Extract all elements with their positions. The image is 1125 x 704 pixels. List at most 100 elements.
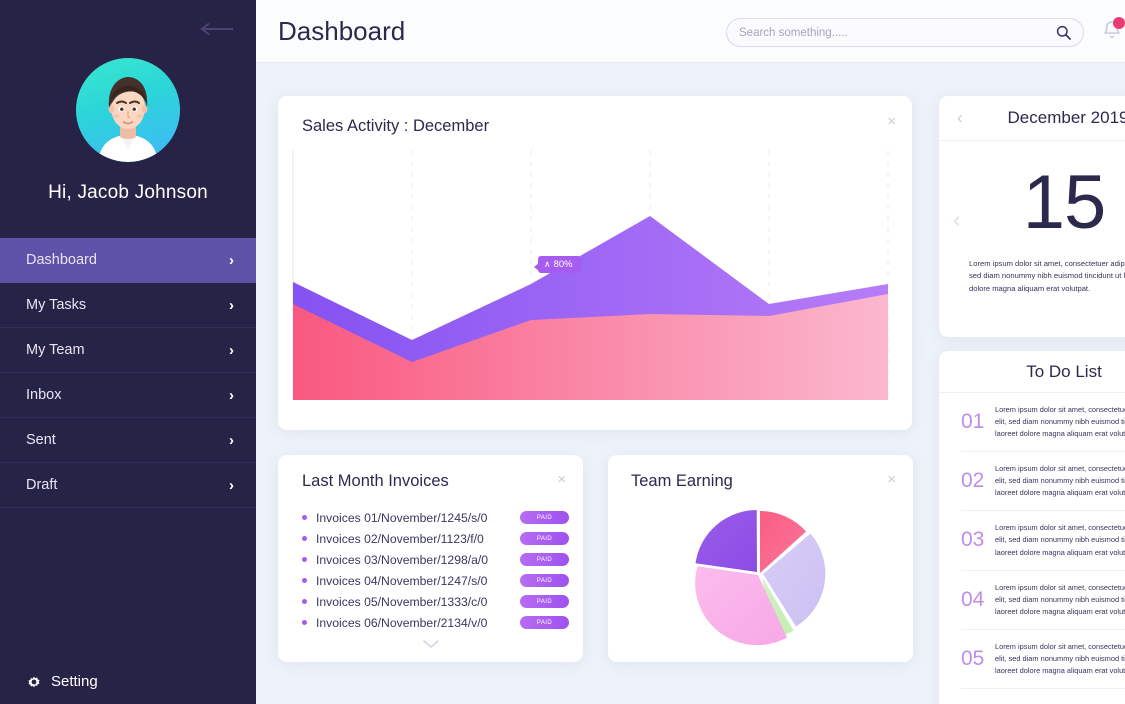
list-item[interactable]: Invoices 04/November/1247/s/0 PAID (302, 570, 569, 591)
todo-number: 03 (961, 528, 995, 552)
team-earning-title: Team Earning (631, 472, 733, 491)
chevron-down-icon[interactable] (278, 636, 583, 652)
sales-tooltip-value: 80% (554, 259, 573, 270)
invoices-title: Last Month Invoices (302, 472, 449, 491)
avatar[interactable] (76, 58, 180, 162)
collapse-sidebar-arrow-icon[interactable] (200, 22, 234, 36)
bullet-icon (302, 599, 307, 604)
setting-label: Setting (51, 673, 98, 690)
sales-activity-title: Sales Activity : December (302, 117, 489, 136)
bullet-icon (302, 536, 307, 541)
bullet-icon (302, 557, 307, 562)
search-input[interactable] (739, 27, 1056, 39)
invoice-label: Invoices 03/November/1298/a/0 (316, 553, 520, 567)
todo-list-title: To Do List (939, 351, 1125, 393)
calendar-header: ‹ December 2019 (939, 96, 1125, 141)
list-item[interactable]: 04 Lorem ipsum dolor sit amet, consectet… (961, 571, 1125, 630)
todo-text: Lorem ipsum dolor sit amet, consectetuer… (995, 641, 1125, 677)
status-badge[interactable]: PAID (520, 616, 569, 629)
list-item[interactable]: 01 Lorem ipsum dolor sit amet, consectet… (961, 393, 1125, 452)
list-item[interactable]: Invoices 06/November/2134/v/0 PAID (302, 612, 569, 633)
status-badge[interactable]: PAID (520, 574, 569, 587)
sidebar-item-label: Sent (26, 432, 229, 448)
notification-badge-dot (1113, 17, 1125, 29)
status-badge[interactable]: PAID (520, 553, 569, 566)
search-box[interactable] (726, 18, 1084, 47)
list-item[interactable]: Invoices 01/November/1245/s/0 PAID (302, 507, 569, 528)
sidebar: Hi, Jacob Johnson Dashboard › My Tasks ›… (0, 0, 256, 704)
calendar-month-label: December 2019 (939, 108, 1125, 128)
close-icon[interactable]: × (887, 472, 896, 487)
main-area: Dashboard Sa (256, 0, 1125, 704)
todo-number: 04 (961, 588, 995, 612)
notification-bell[interactable] (1099, 18, 1125, 46)
sidebar-item-label: My Team (26, 342, 229, 358)
invoice-label: Invoices 01/November/1245/s/0 (316, 511, 520, 525)
calendar-description: Lorem ipsum dolor sit amet, consectetuer… (969, 258, 1125, 295)
gear-icon (26, 674, 42, 690)
calendar-selected-day: 15 (939, 141, 1125, 246)
invoice-label: Invoices 05/November/1333/c/0 (316, 595, 520, 609)
team-earning-card: Team Earning × (608, 455, 913, 662)
invoice-label: Invoices 02/November/1123/f/0 (316, 532, 520, 546)
chevron-right-icon: › (229, 298, 234, 313)
sales-activity-card: Sales Activity : December × (278, 96, 912, 430)
list-item[interactable]: 03 Lorem ipsum dolor sit amet, consectet… (961, 511, 1125, 570)
sidebar-item-inbox[interactable]: Inbox › (0, 373, 256, 418)
list-item[interactable]: 05 Lorem ipsum dolor sit amet, consectet… (961, 630, 1125, 689)
greeting-text: Hi, Jacob Johnson (0, 182, 256, 204)
search-icon[interactable] (1056, 25, 1071, 40)
todo-list-card: To Do List 01 Lorem ipsum dolor sit amet… (939, 351, 1125, 704)
bullet-icon (302, 620, 307, 625)
sidebar-item-label: Dashboard (26, 252, 229, 268)
calendar-body: ‹ 15 Lorem ipsum dolor sit amet, consect… (939, 141, 1125, 337)
chevron-right-icon: › (229, 343, 234, 358)
list-item[interactable]: 02 Lorem ipsum dolor sit amet, consectet… (961, 452, 1125, 511)
sidebar-item-label: Draft (26, 477, 229, 493)
todo-number: 02 (961, 469, 995, 493)
close-icon[interactable]: × (557, 472, 566, 487)
caret-up-icon: ∧ (544, 260, 551, 269)
chevron-right-icon: › (229, 388, 234, 403)
todo-number: 01 (961, 410, 995, 434)
list-item[interactable]: Invoices 03/November/1298/a/0 PAID (302, 549, 569, 570)
sidebar-item-setting[interactable]: Setting (26, 673, 98, 690)
chevron-right-icon: › (229, 433, 234, 448)
sidebar-item-dashboard[interactable]: Dashboard › (0, 238, 256, 283)
todo-text: Lorem ipsum dolor sit amet, consectetuer… (995, 522, 1125, 558)
team-earning-pie-chart (690, 497, 830, 647)
bullet-icon (302, 515, 307, 520)
sidebar-item-my-tasks[interactable]: My Tasks › (0, 283, 256, 328)
last-month-invoices-card: Last Month Invoices × Invoices 01/Novemb… (278, 455, 583, 662)
list-item[interactable]: Invoices 02/November/1123/f/0 PAID (302, 528, 569, 549)
dashboard-content: Sales Activity : December × (256, 63, 1125, 704)
dashboard-app: Hi, Jacob Johnson Dashboard › My Tasks ›… (0, 0, 1125, 704)
todo-text: Lorem ipsum dolor sit amet, consectetuer… (995, 463, 1125, 499)
calendar-card: ‹ December 2019 ‹ 15 Lorem ipsum dolor s… (939, 96, 1125, 337)
todo-number: 05 (961, 647, 995, 671)
sidebar-item-label: Inbox (26, 387, 229, 403)
sidebar-item-draft[interactable]: Draft › (0, 463, 256, 508)
status-badge[interactable]: PAID (520, 595, 569, 608)
status-badge[interactable]: PAID (520, 532, 569, 545)
sales-tooltip: ∧ 80% (538, 256, 581, 273)
topbar: Dashboard (256, 0, 1125, 63)
todo-text: Lorem ipsum dolor sit amet, consectetuer… (995, 582, 1125, 618)
sales-activity-chart: ∧ 80% (284, 144, 906, 416)
chevron-right-icon: › (229, 253, 234, 268)
chevron-right-icon: › (229, 478, 234, 493)
sidebar-item-my-team[interactable]: My Team › (0, 328, 256, 373)
bullet-icon (302, 578, 307, 583)
sidebar-item-label: My Tasks (26, 297, 229, 313)
calendar-prev-month-icon[interactable]: ‹ (957, 109, 963, 126)
invoice-label: Invoices 04/November/1247/s/0 (316, 574, 520, 588)
invoices-list: Invoices 01/November/1245/s/0 PAID Invoi… (302, 507, 569, 633)
sidebar-item-sent[interactable]: Sent › (0, 418, 256, 463)
status-badge[interactable]: PAID (520, 511, 569, 524)
calendar-prev-day-icon[interactable]: ‹ (953, 209, 960, 231)
page-title: Dashboard (278, 16, 405, 47)
list-item[interactable]: Invoices 05/November/1333/c/0 PAID (302, 591, 569, 612)
sidebar-nav: Dashboard › My Tasks › My Team › Inbox ›… (0, 238, 256, 508)
close-icon[interactable]: × (887, 114, 896, 129)
invoice-label: Invoices 06/November/2134/v/0 (316, 616, 520, 630)
